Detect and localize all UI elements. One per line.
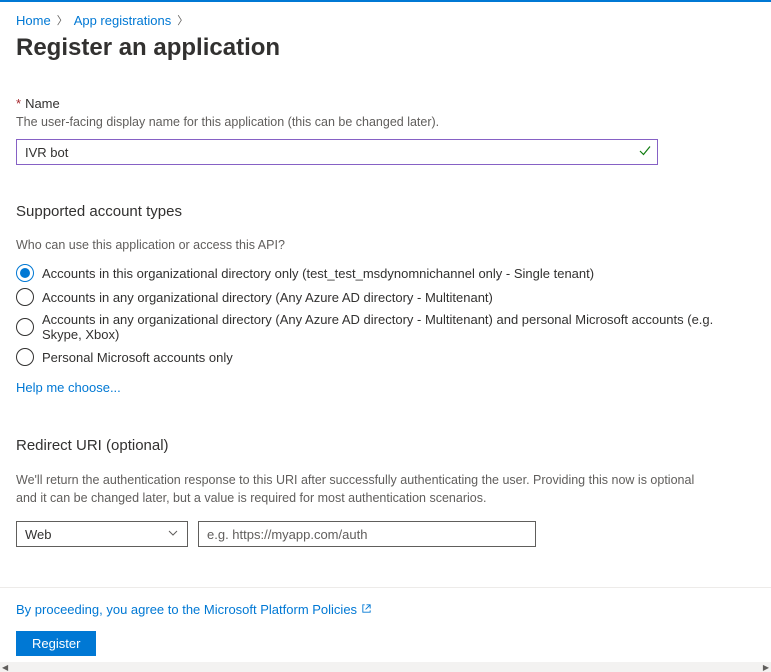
scroll-right-icon: ▶ <box>761 663 771 672</box>
radio-multitenant-personal[interactable]: Accounts in any organizational directory… <box>16 312 755 342</box>
page-title: Register an application <box>16 34 755 62</box>
help-me-choose-link[interactable]: Help me choose... <box>16 380 121 395</box>
radio-label: Accounts in any organizational directory… <box>42 290 493 305</box>
name-description: The user-facing display name for this ap… <box>16 115 755 129</box>
radio-single-tenant[interactable]: Accounts in this organizational director… <box>16 264 755 282</box>
redirect-uri-input[interactable] <box>198 521 536 547</box>
register-button[interactable]: Register <box>16 631 96 656</box>
external-link-icon <box>361 602 372 617</box>
breadcrumb-app-registrations[interactable]: App registrations <box>74 13 172 28</box>
name-label: *Name <box>16 96 755 111</box>
name-input[interactable] <box>16 139 658 165</box>
radio-label: Personal Microsoft accounts only <box>42 350 233 365</box>
footer: By proceeding, you agree to the Microsof… <box>0 587 771 672</box>
account-types-heading: Supported account types <box>16 203 755 220</box>
breadcrumb: Home 〉 App registrations 〉 <box>16 12 755 28</box>
platform-select-value: Web <box>25 527 52 542</box>
horizontal-scrollbar[interactable]: ◀ ▶ <box>0 662 771 672</box>
chevron-right-icon: 〉 <box>177 12 188 28</box>
platform-select[interactable]: Web <box>16 521 188 547</box>
redirect-uri-heading: Redirect URI (optional) <box>16 437 755 454</box>
breadcrumb-home[interactable]: Home <box>16 13 51 28</box>
radio-icon <box>16 348 34 366</box>
radio-icon <box>16 288 34 306</box>
chevron-down-icon <box>167 527 179 542</box>
required-asterisk-icon: * <box>16 96 21 111</box>
redirect-uri-description: We'll return the authentication response… <box>16 472 696 507</box>
radio-personal-only[interactable]: Personal Microsoft accounts only <box>16 348 755 366</box>
radio-icon <box>16 264 34 282</box>
radio-label: Accounts in this organizational director… <box>42 266 594 281</box>
account-types-radio-group: Accounts in this organizational director… <box>16 264 755 366</box>
radio-icon <box>16 318 34 336</box>
radio-multitenant[interactable]: Accounts in any organizational directory… <box>16 288 755 306</box>
account-types-question: Who can use this application or access t… <box>16 238 755 252</box>
radio-label: Accounts in any organizational directory… <box>42 312 755 342</box>
scroll-left-icon: ◀ <box>0 663 10 672</box>
chevron-right-icon: 〉 <box>57 12 68 28</box>
platform-policies-link[interactable]: By proceeding, you agree to the Microsof… <box>16 602 372 617</box>
